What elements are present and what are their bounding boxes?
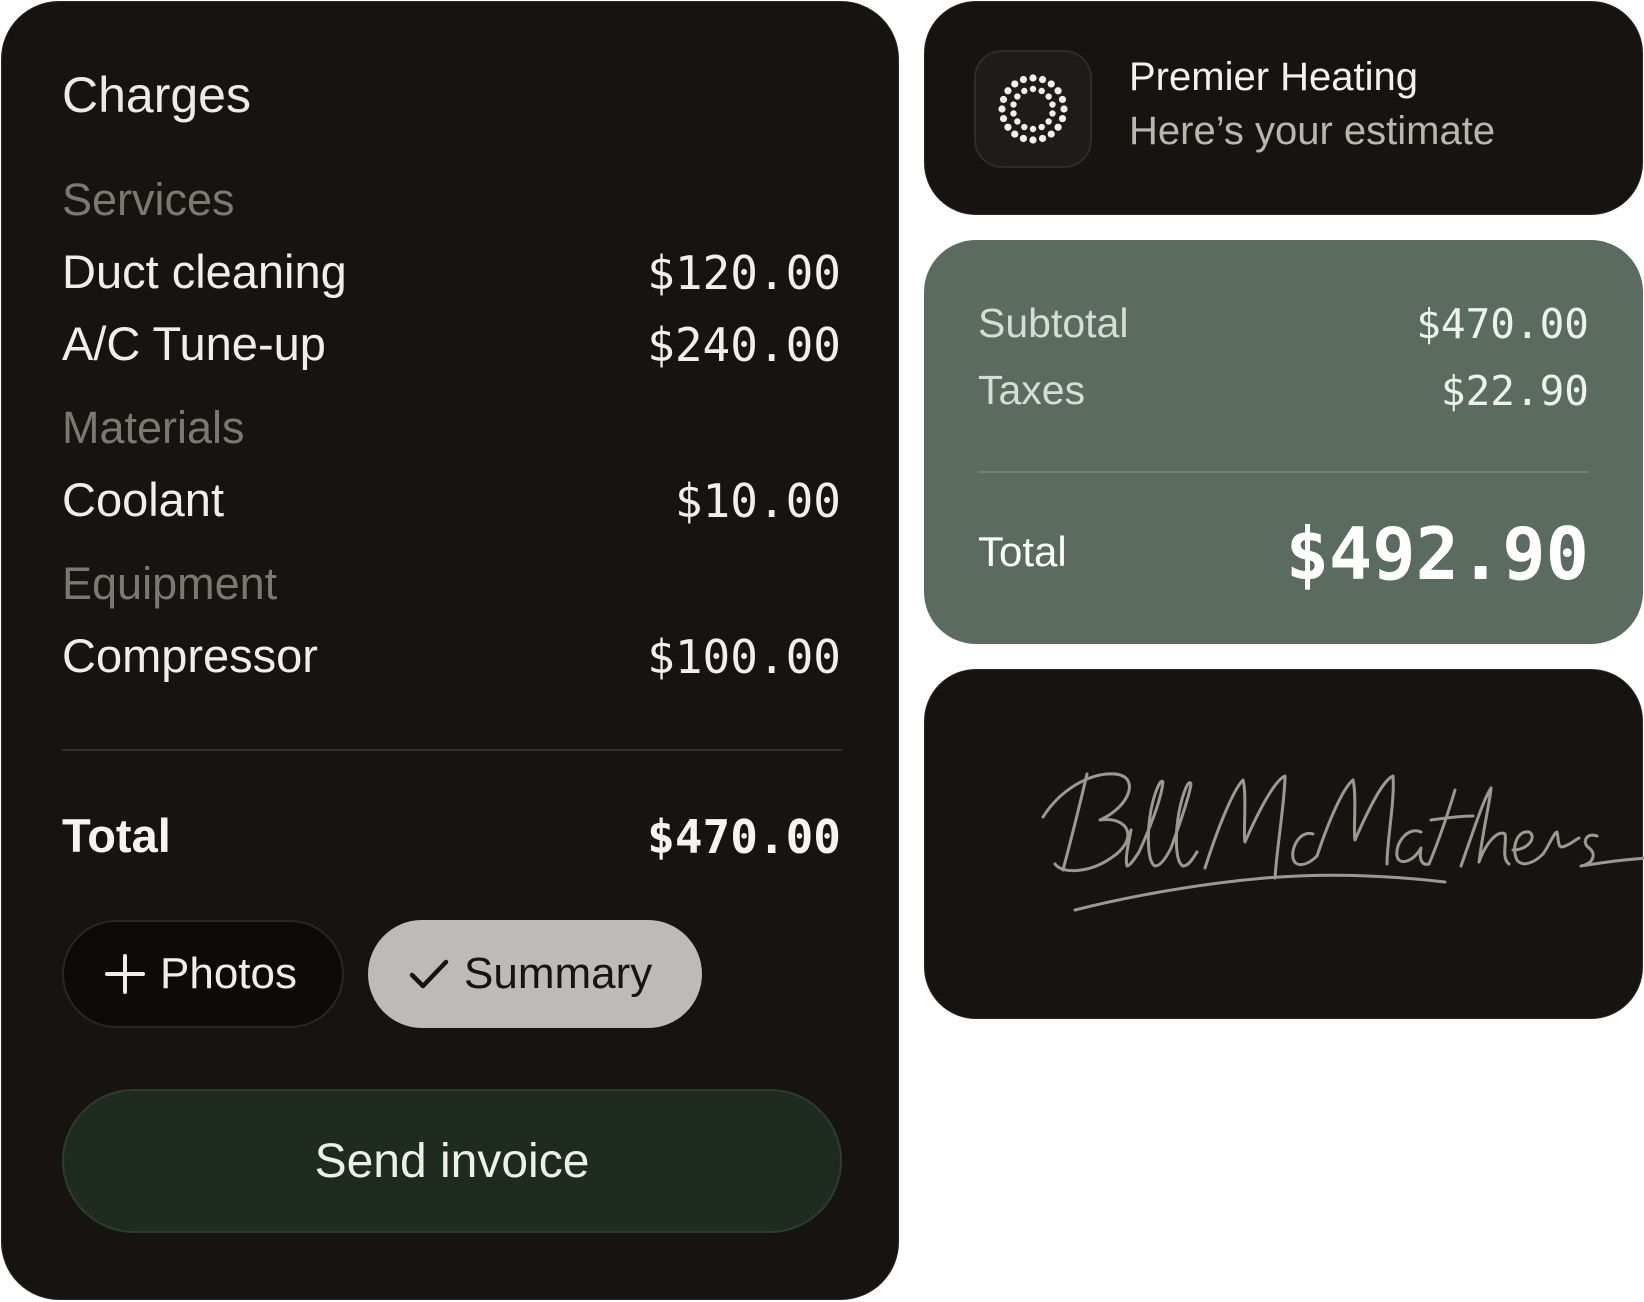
send-invoice-button[interactable]: Send invoice (62, 1089, 842, 1233)
line-item-name: Compressor (62, 629, 318, 682)
company-header-card: Premier Heating Here’s your estimate (924, 1, 1643, 215)
taxes-label: Taxes (978, 367, 1086, 413)
photos-label: Photos (160, 949, 297, 998)
summary-divider (978, 471, 1589, 473)
line-item: Coolant $10.00 (62, 472, 841, 532)
grand-total-label: Total (978, 528, 1067, 575)
charges-divider (62, 749, 842, 751)
charges-total-label: Total (62, 809, 171, 862)
subtotal-value: $470.00 (1416, 300, 1589, 348)
company-logo (974, 50, 1092, 168)
section-label-services: Services (62, 174, 235, 225)
charges-title: Charges (62, 67, 251, 123)
charges-total-row: Total $470.00 (62, 808, 841, 868)
line-item-name: Duct cleaning (62, 245, 347, 298)
line-item: Duct cleaning $120.00 (62, 244, 841, 304)
taxes-value: $22.90 (1440, 367, 1589, 415)
section-label-materials: Materials (62, 402, 245, 453)
line-item: Compressor $100.00 (62, 628, 841, 688)
line-item-price: $100.00 (647, 630, 841, 684)
line-item-price: $10.00 (674, 474, 841, 528)
signature-image (1041, 772, 1644, 912)
line-item: A/C Tune-up $240.00 (62, 316, 841, 376)
line-item-price: $120.00 (647, 246, 841, 300)
signature-card (924, 669, 1644, 1019)
summary-card: Subtotal $470.00 Taxes $22.90 Total $492… (924, 240, 1643, 644)
subtotal-row: Subtotal $470.00 (978, 300, 1589, 350)
line-item-name: A/C Tune-up (62, 317, 326, 370)
subtotal-label: Subtotal (978, 300, 1129, 346)
charges-card: Charges Services Duct cleaning $120.00 A… (1, 1, 899, 1300)
grand-total-value: $492.90 (1285, 512, 1589, 596)
taxes-row: Taxes $22.90 (978, 367, 1589, 417)
line-item-price: $240.00 (647, 318, 841, 372)
section-label-equipment: Equipment (62, 558, 278, 609)
estimate-subtitle: Here’s your estimate (1129, 109, 1496, 153)
checkmark-icon (408, 953, 450, 995)
line-item-name: Coolant (62, 473, 224, 526)
dotted-circle-logo-icon (998, 74, 1068, 144)
summary-toggle-button[interactable]: Summary (368, 920, 702, 1028)
summary-label: Summary (464, 949, 653, 998)
add-photos-button[interactable]: Photos (62, 920, 344, 1028)
plus-icon (104, 953, 146, 995)
charges-total-value: $470.00 (647, 810, 841, 864)
company-name: Premier Heating (1129, 55, 1419, 99)
